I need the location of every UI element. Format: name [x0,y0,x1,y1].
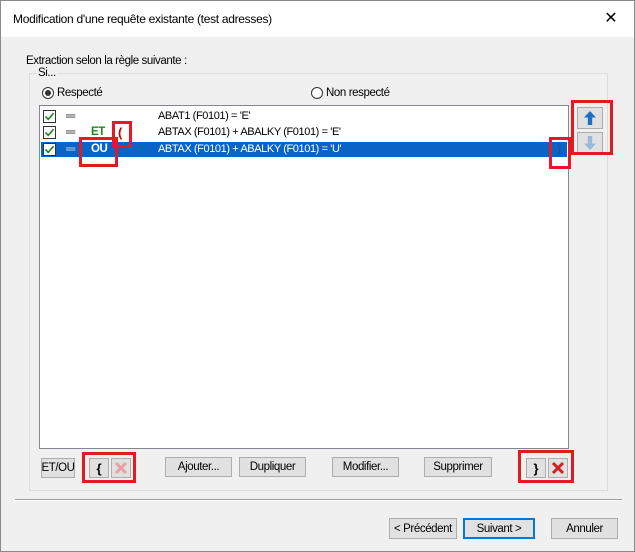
equals-icon: ═ [66,141,75,156]
rule-checkbox[interactable] [43,143,56,156]
highlight-move-buttons [571,100,613,155]
highlight-close-paren [549,137,571,169]
highlight-or-operator [79,137,118,167]
radio-not-respected-label: Non respecté [326,87,390,99]
delete-button[interactable]: Supprimer [424,457,492,477]
rule-checkbox[interactable] [43,110,56,123]
radio-respected-indicator[interactable] [42,87,54,99]
highlight-open-brace-buttons [82,452,136,483]
radio-not-respected[interactable]: Non respecté [311,87,390,99]
group-label: Si... [37,67,57,79]
radio-respected[interactable]: Respecté [42,87,103,99]
checkmark-icon [44,128,55,137]
highlight-close-brace-buttons [518,450,574,483]
cancel-button[interactable]: Annuler [551,518,618,539]
checkmark-icon [44,112,55,121]
dialog-window: Modification d'une requête existante (te… [0,0,635,552]
rule-expression: ABAT1 (F0101) = 'E' [158,110,251,122]
next-button[interactable]: Suivant > [463,518,535,539]
etou-button[interactable]: ET/OU [41,458,75,478]
radio-not-respected-indicator[interactable] [311,87,323,99]
header-label: Extraction selon la règle suivante : [26,55,187,67]
modify-button[interactable]: Modifier... [332,457,399,477]
previous-button[interactable]: < Précédent [389,518,457,539]
equals-icon: ═ [66,124,75,139]
title-bar: Modification d'une requête existante (te… [1,1,634,37]
rule-expression: ABTAX (F0101) + ABALKY (F0101) = 'U' [158,143,342,155]
footer-separator [15,499,622,501]
rules-listbox[interactable]: ═ ABAT1 (F0101) = 'E' ═ ET ( ABTAX (F010… [39,105,569,449]
add-button[interactable]: Ajouter... [165,457,232,477]
rule-checkbox[interactable] [43,126,56,139]
window-title: Modification d'une requête existante (te… [13,12,272,26]
rule-expression: ABTAX (F0101) + ABALKY (F0101) = 'E' [158,126,341,138]
checkmark-icon [44,145,55,154]
radio-respected-label: Respecté [57,87,103,99]
close-button[interactable]: ✕ [588,1,634,37]
equals-icon: ═ [66,108,75,123]
duplicate-button[interactable]: Dupliquer [239,457,306,477]
